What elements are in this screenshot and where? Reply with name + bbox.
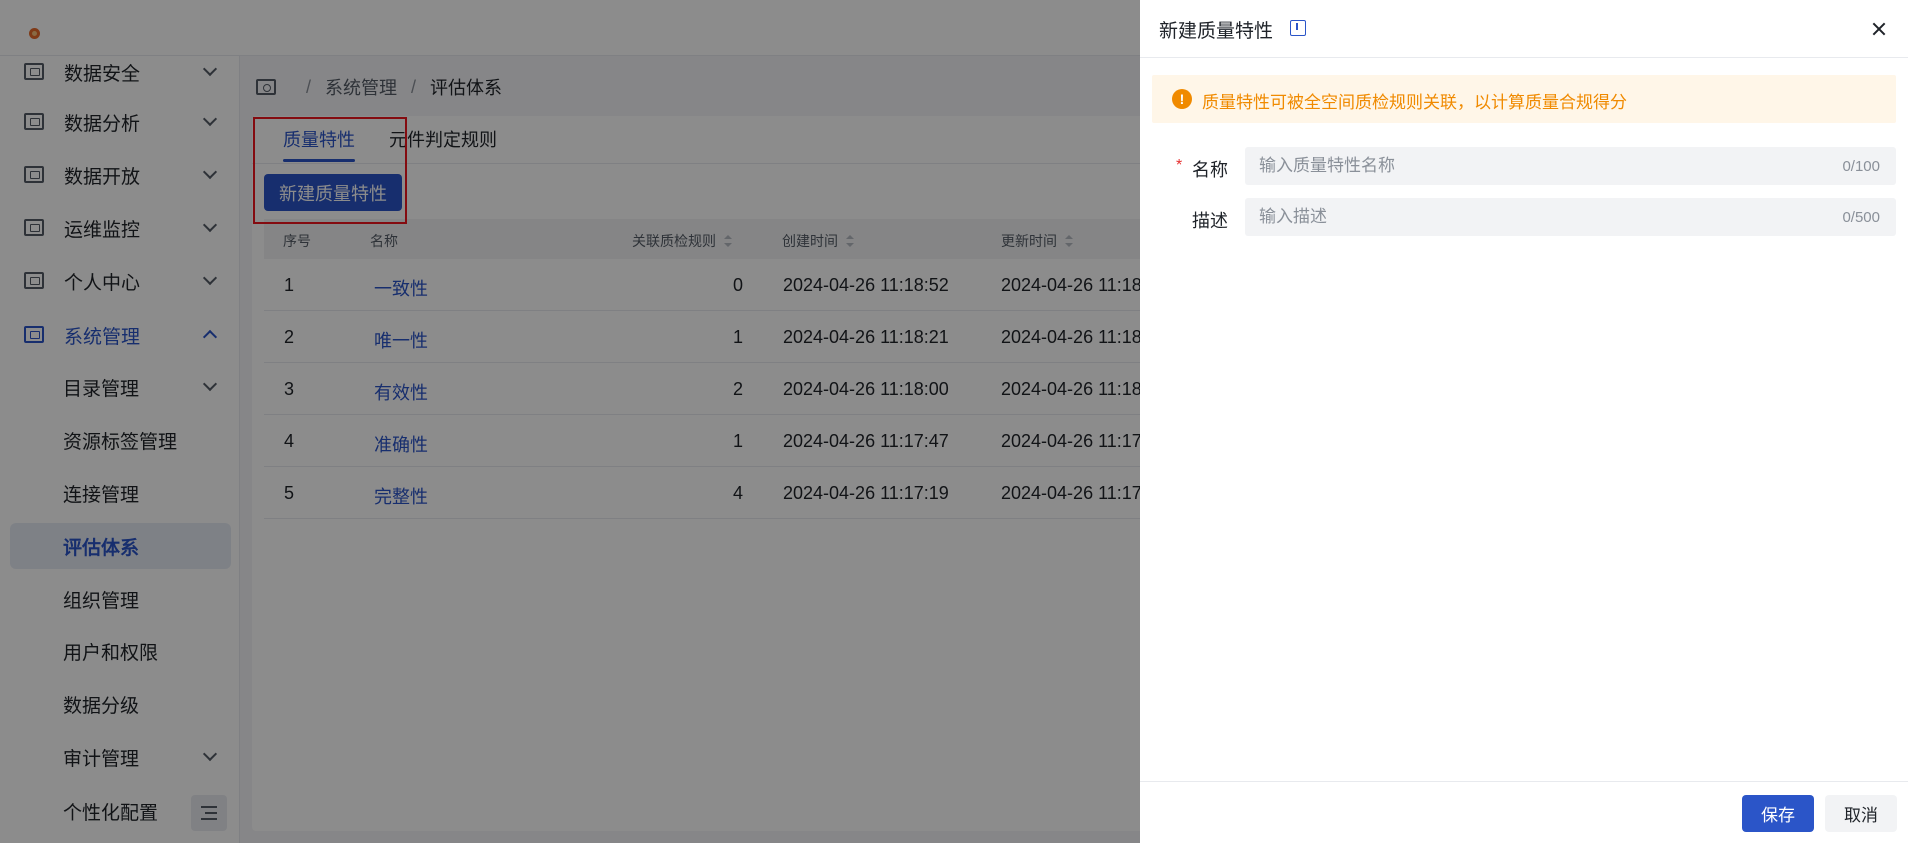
save-button[interactable]: 保存	[1742, 795, 1814, 832]
description-form-row: 描述 0/500	[1140, 198, 1908, 238]
description-label: 描述	[1192, 211, 1228, 231]
help-doc-icon[interactable]	[1290, 20, 1306, 36]
info-alert: ! 质量特性可被全空间质检规则关联，以计算质量合规得分	[1152, 75, 1896, 123]
drawer-header: 新建质量特性	[1140, 0, 1908, 58]
name-form-row: * 名称 0/100	[1140, 147, 1908, 187]
required-mark: *	[1176, 157, 1183, 174]
close-icon[interactable]	[1868, 18, 1890, 40]
name-input[interactable]	[1245, 147, 1896, 185]
alert-text: 质量特性可被全空间质检规则关联，以计算质量合规得分	[1202, 93, 1627, 112]
name-counter: 0/100	[1842, 158, 1880, 175]
description-counter: 0/500	[1842, 209, 1880, 226]
description-input[interactable]	[1245, 198, 1896, 236]
drawer-title: 新建质量特性	[1159, 21, 1274, 42]
drawer-footer: 保存 取消	[1140, 781, 1908, 843]
new-quality-drawer: 新建质量特性 ! 质量特性可被全空间质检规则关联，以计算质量合规得分 * 名称 …	[1140, 0, 1908, 843]
warning-icon: !	[1172, 89, 1192, 109]
name-label: 名称	[1192, 160, 1228, 180]
cancel-button[interactable]: 取消	[1825, 795, 1897, 832]
